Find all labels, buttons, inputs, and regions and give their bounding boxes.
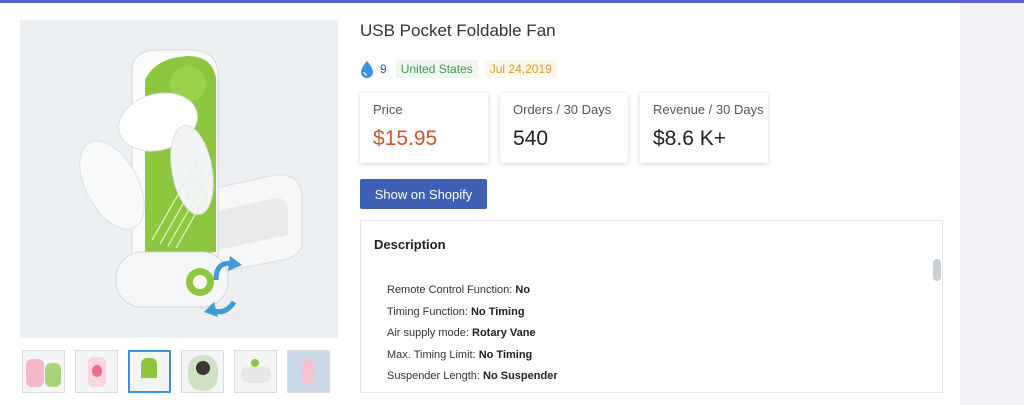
spec-label: Remote Control Function: [387, 284, 513, 296]
product-main-image[interactable] [20, 20, 338, 338]
thumbnail-2[interactable] [75, 350, 118, 393]
thumbnail-6[interactable] [287, 350, 330, 393]
revenue-card: Revenue / 30 Days $8.6 K+ [640, 93, 768, 163]
revenue-label: Revenue / 30 Days [653, 102, 764, 117]
spec-label: Suspender Length: [387, 370, 480, 382]
description-scrollbar[interactable] [933, 259, 941, 281]
spec-label: Timing Function: [387, 305, 468, 318]
spec-value: No Timing [470, 305, 525, 318]
spec-label: Max. Timing Limit: [387, 348, 476, 361]
thumbnail-strip [22, 350, 330, 393]
description-heading: Description [374, 237, 446, 252]
orders-value: 540 [513, 127, 549, 150]
spec-item: Suspender Length: No Suspender [387, 366, 558, 388]
spec-item: Timing Function: No Timing [387, 302, 558, 324]
spec-value: No Suspender [483, 370, 558, 382]
spec-item: Max. Timing Limit: No Timing [387, 345, 558, 367]
show-on-shopify-button[interactable]: Show on Shopify [360, 179, 487, 209]
spec-value: Rotary Vane [472, 327, 536, 339]
spec-list: Remote Control Function: No Timing Funct… [387, 280, 558, 388]
likes-count: 9 [380, 62, 387, 76]
drop-icon [361, 60, 373, 78]
spec-value: No [515, 284, 531, 296]
description-panel[interactable]: Description Remote Control Function: No … [360, 220, 943, 393]
price-label: Price [373, 102, 403, 117]
product-meta: 9 United States Jul 24,2019 [360, 59, 557, 79]
thumbnail-1[interactable] [22, 350, 65, 393]
fan-illustration [20, 20, 338, 338]
product-card: USB Pocket Foldable Fan 9 United States … [0, 3, 960, 405]
thumbnail-3[interactable] [128, 350, 171, 393]
orders-card: Orders / 30 Days 540 [500, 93, 628, 163]
spec-item: Air supply mode: Rotary Vane [387, 323, 558, 345]
product-title: USB Pocket Foldable Fan [360, 21, 556, 40]
spec-value: No Timing [478, 348, 533, 361]
price-card: Price $15.95 [360, 93, 488, 163]
thumbnail-4[interactable] [181, 350, 224, 393]
revenue-value: $8.6 K+ [653, 127, 726, 150]
spec-label: Air supply mode: [387, 327, 469, 339]
date-badge: Jul 24,2019 [484, 60, 557, 78]
thumbnail-5[interactable] [234, 350, 277, 393]
price-value: $15.95 [373, 127, 438, 150]
orders-label: Orders / 30 Days [513, 102, 612, 117]
spec-item: Remote Control Function: No [387, 280, 558, 302]
country-badge: United States [395, 60, 478, 78]
